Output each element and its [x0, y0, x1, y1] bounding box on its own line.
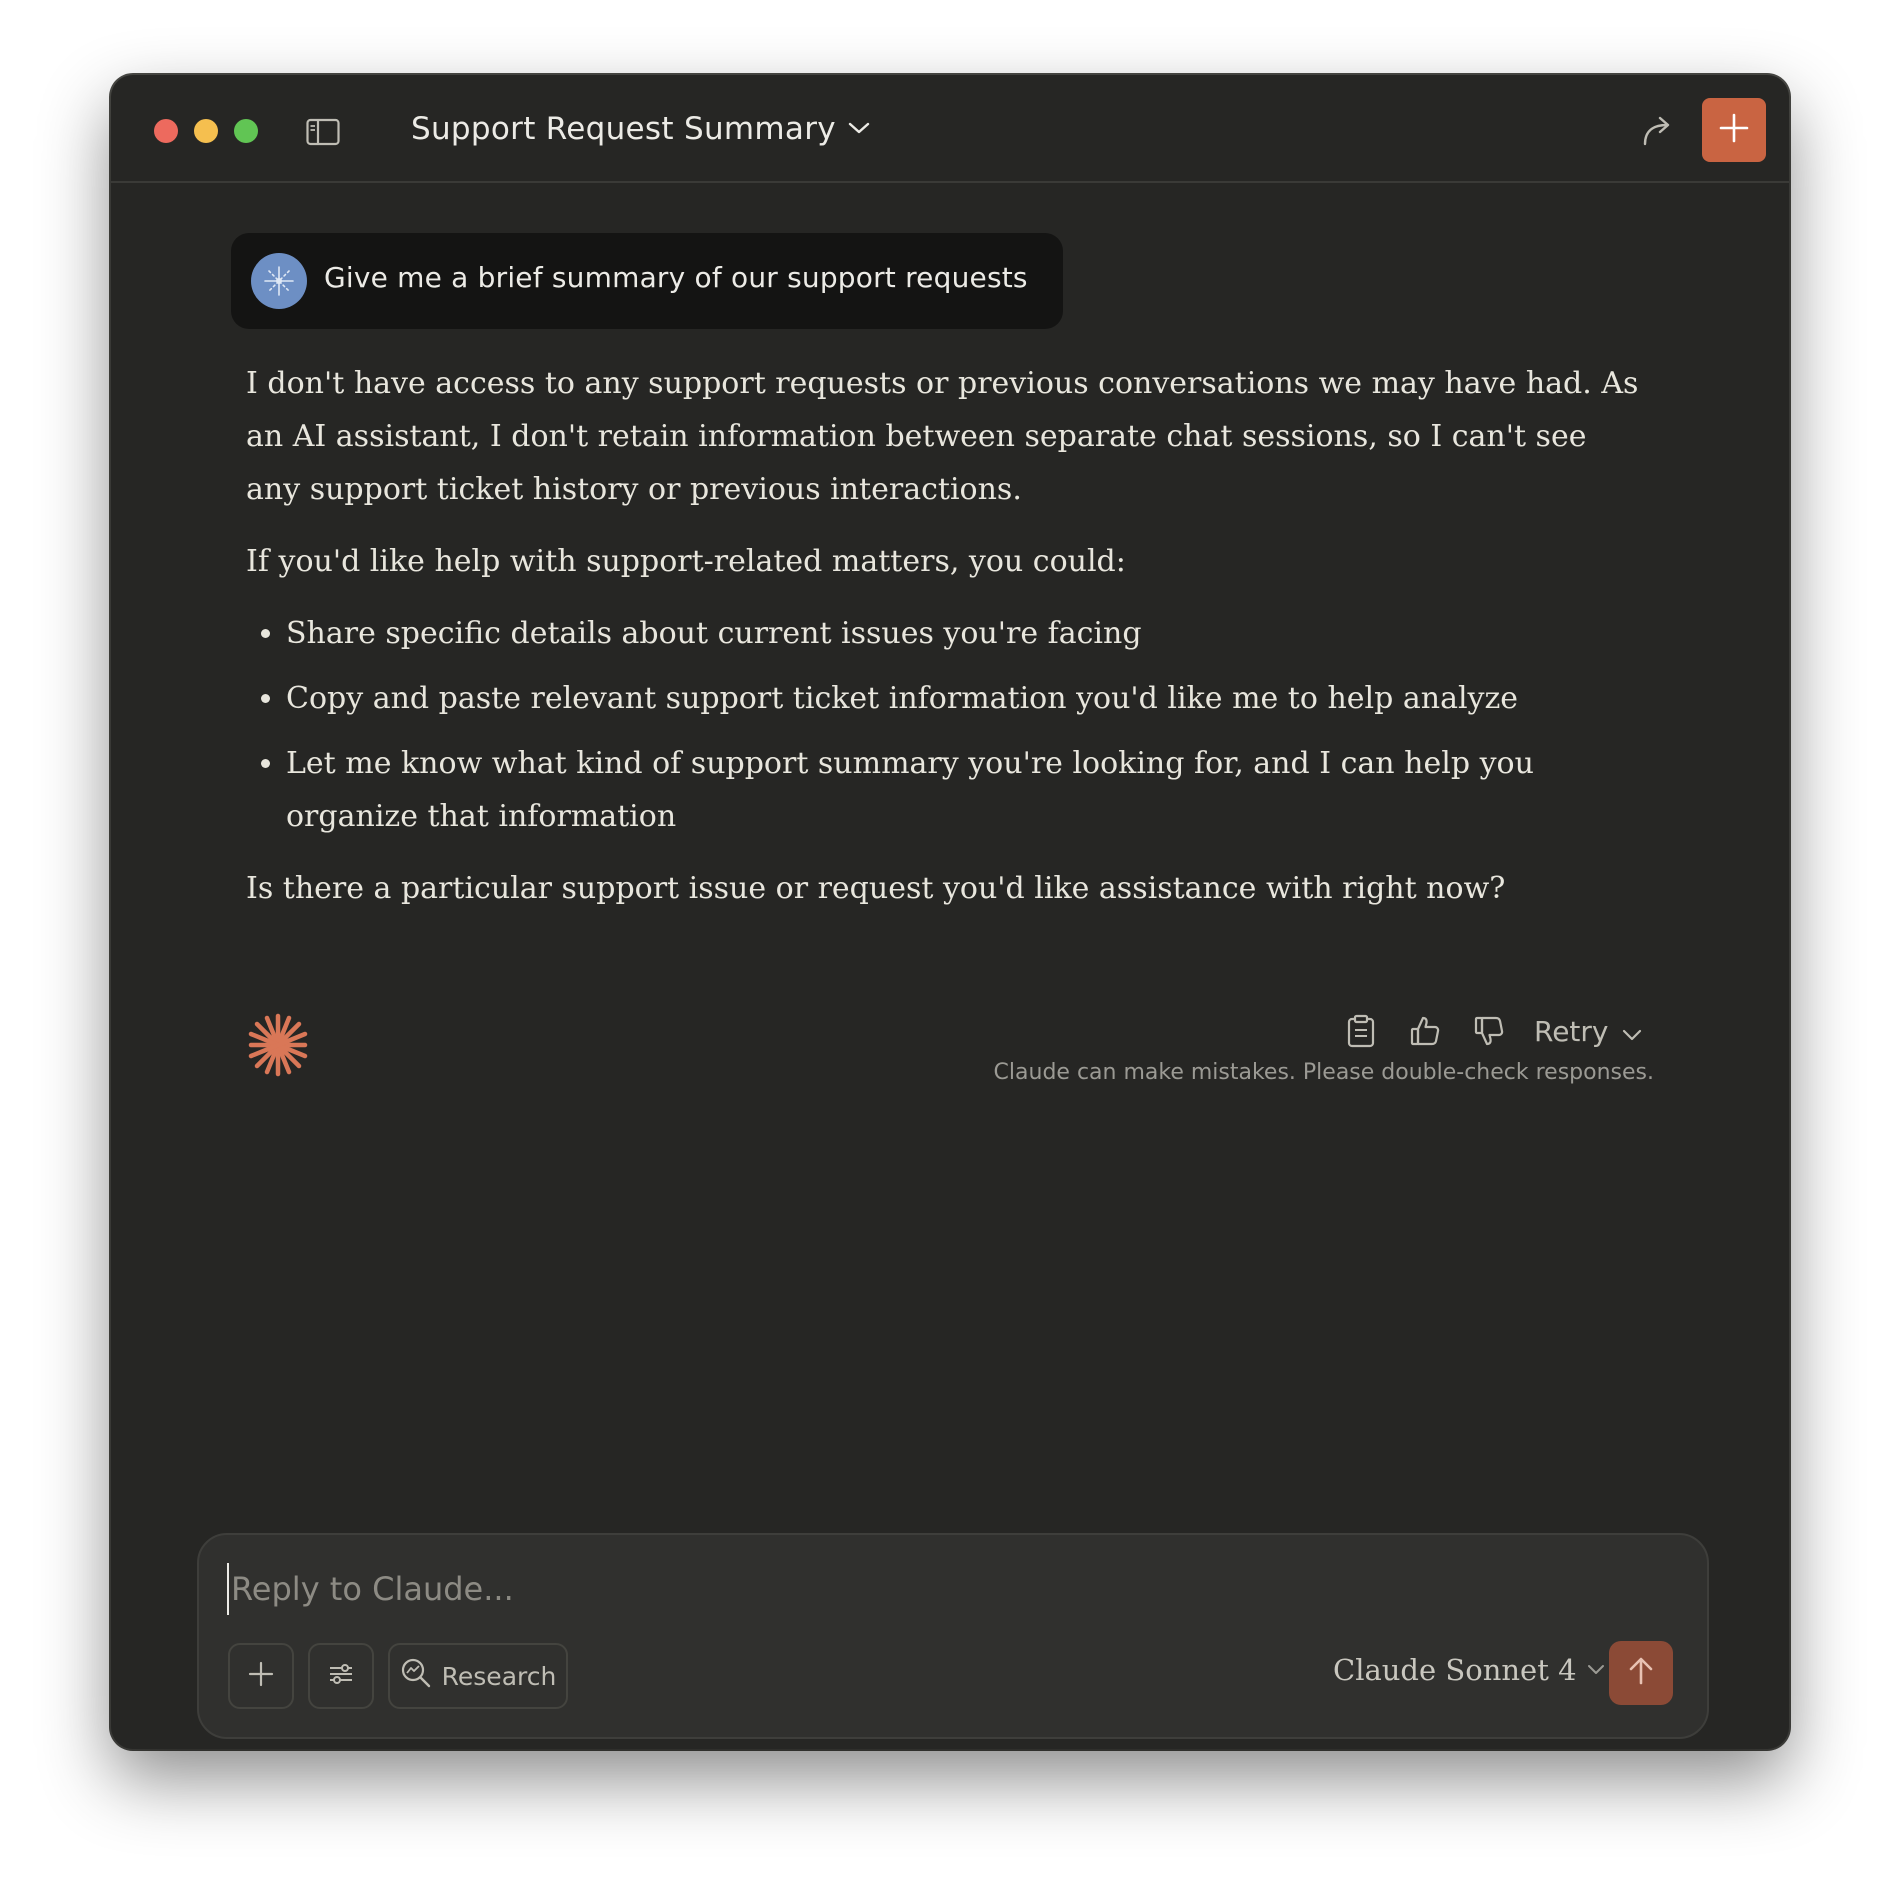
retry-label: Retry	[1534, 1014, 1609, 1048]
sidebar-toggle-icon[interactable]	[306, 118, 340, 146]
minimize-window-button[interactable]	[194, 119, 218, 143]
add-attachment-button[interactable]	[228, 1643, 294, 1709]
tools-button[interactable]	[308, 1643, 374, 1709]
app-window: Support Request Summary Give me a brief …	[111, 75, 1789, 1749]
list-item: Let me know what kind of support summary…	[286, 737, 1646, 843]
user-message-bubble: Give me a brief summary of our support r…	[231, 233, 1063, 329]
list-item: Share specific details about current iss…	[286, 607, 1646, 660]
sliders-icon	[327, 1661, 355, 1691]
conversation-title: Support Request Summary	[411, 111, 836, 147]
assistant-response: I don't have access to any support reque…	[246, 357, 1646, 934]
model-selector[interactable]: Claude Sonnet 4	[1333, 1653, 1605, 1687]
share-arrow-icon[interactable]	[1637, 111, 1677, 151]
conversation-title-dropdown[interactable]: Support Request Summary	[411, 103, 870, 155]
plus-icon	[1719, 113, 1749, 147]
sparkle-icon	[264, 266, 294, 296]
plus-icon	[248, 1661, 274, 1691]
user-avatar	[251, 253, 307, 309]
arrow-up-icon	[1627, 1656, 1655, 1690]
clipboard-icon[interactable]	[1336, 1006, 1386, 1056]
response-paragraph: I don't have access to any support reque…	[246, 366, 1639, 507]
response-paragraph: If you'd like help with support-related …	[246, 544, 1126, 579]
close-window-button[interactable]	[154, 119, 178, 143]
response-actions: Retry	[1336, 1006, 1642, 1056]
list-item: Copy and paste relevant support ticket i…	[286, 672, 1646, 725]
disclaimer-text: Claude can make mistakes. Please double-…	[993, 1060, 1654, 1085]
new-chat-button[interactable]	[1702, 98, 1766, 162]
response-paragraph: Is there a particular support issue or r…	[246, 871, 1506, 906]
retry-button[interactable]: Retry	[1534, 1015, 1642, 1048]
research-search-icon	[400, 1657, 432, 1695]
zoom-window-button[interactable]	[234, 119, 258, 143]
reply-input[interactable]	[227, 1563, 1633, 1615]
claude-starburst-icon	[243, 1010, 313, 1080]
thumbs-up-icon[interactable]	[1400, 1006, 1450, 1056]
chevron-down-icon	[1622, 1015, 1642, 1048]
chevron-down-icon	[848, 120, 870, 139]
composer: Research Claude Sonnet 4	[197, 1533, 1709, 1739]
thumbs-down-icon[interactable]	[1464, 1006, 1514, 1056]
response-list: Share specific details about current iss…	[246, 607, 1646, 843]
user-message-text: Give me a brief summary of our support r…	[324, 261, 1028, 294]
send-button[interactable]	[1609, 1641, 1673, 1705]
model-name: Claude Sonnet 4	[1333, 1653, 1577, 1687]
research-label: Research	[441, 1661, 557, 1691]
title-bar: Support Request Summary	[111, 75, 1789, 183]
chevron-down-icon	[1587, 1661, 1605, 1680]
research-button[interactable]: Research	[388, 1643, 568, 1709]
